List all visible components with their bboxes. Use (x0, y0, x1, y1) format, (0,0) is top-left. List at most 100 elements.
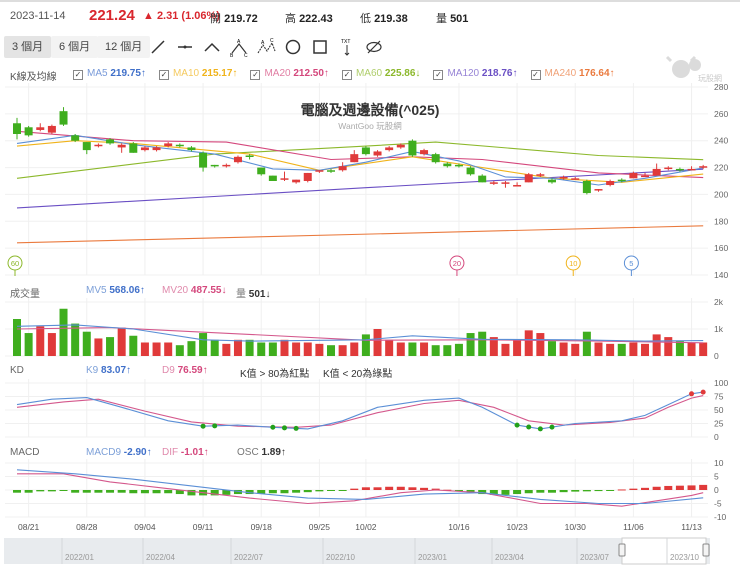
axis-label: 280 (714, 82, 728, 92)
axis-label: 2k (714, 297, 724, 307)
volume-bar (699, 342, 708, 356)
candle-down (187, 147, 196, 151)
axis-label: 220 (714, 163, 728, 173)
osc-bar (117, 490, 126, 493)
candle-up (699, 166, 708, 168)
chart-subtitle: WantGoo 玩股網 (338, 121, 401, 131)
candle-down (582, 181, 591, 194)
osc-bar (338, 490, 347, 491)
kd-green-dot (514, 422, 520, 428)
volume-bar (117, 327, 126, 356)
date-tick: 11/06 (623, 522, 644, 532)
axis-label: 0 (714, 351, 719, 361)
axis-label: 0 (714, 432, 719, 442)
volume-bar (582, 331, 591, 356)
osc-bar (129, 490, 138, 494)
volume-bar (233, 339, 242, 356)
candle-up (594, 189, 603, 191)
ma5-line (16, 134, 704, 186)
navigator-handle[interactable] (618, 543, 626, 557)
axis-label: 5 (714, 472, 719, 482)
candle-down (175, 144, 184, 147)
volume-bar (210, 339, 219, 356)
navigator-label: 2022/01 (65, 553, 94, 562)
volume-bar (396, 342, 405, 356)
kd-green-dot (549, 424, 555, 430)
osc-bar (373, 487, 382, 490)
candle-up (687, 168, 696, 171)
volume-bar (350, 342, 359, 356)
volume-bar (140, 342, 149, 356)
axis-label: 240 (714, 136, 728, 146)
ma-marker-label: 60 (11, 259, 19, 268)
osc-bar (606, 490, 615, 491)
osc-bar (664, 485, 673, 490)
volume-bar (501, 343, 510, 356)
navigator-label: 2023/07 (580, 553, 609, 562)
candle-up (94, 144, 103, 147)
volume-bar (82, 331, 91, 356)
navigator-label: 2023/01 (418, 553, 447, 562)
osc-bar (385, 486, 394, 490)
volume-bar (431, 345, 440, 356)
candle-up (664, 167, 673, 170)
date-tick: 09/11 (193, 522, 214, 532)
volume-bar (315, 343, 324, 356)
volume-bar (547, 341, 556, 356)
axis-label: 0 (714, 485, 719, 495)
candle-up (396, 144, 405, 148)
navigator-label: 2022/07 (234, 553, 263, 562)
candle-down (257, 167, 266, 175)
kd-red-dot (689, 391, 695, 397)
osc-bar (396, 486, 405, 490)
candle-up (222, 164, 231, 167)
candle-up (233, 156, 242, 163)
volume-bar (129, 335, 138, 356)
volume-bar (454, 343, 463, 356)
volume-bar (94, 338, 103, 356)
candle-down (82, 142, 91, 151)
volume-bar (338, 345, 347, 356)
volume-bar (199, 333, 208, 356)
ma-marker-label: 20 (453, 259, 461, 268)
osc-bar (13, 490, 21, 493)
volume-bar (152, 342, 161, 356)
volume-bar (641, 343, 650, 356)
date-tick: 08/28 (76, 522, 98, 532)
candle-down (547, 179, 556, 183)
osc-bar (652, 486, 661, 490)
kd-green-dot (537, 426, 543, 432)
candle-up (641, 175, 650, 178)
candle-down (245, 155, 254, 157)
navigator-label: 2023/04 (495, 553, 524, 562)
volume-bar (245, 339, 254, 356)
candle-up (513, 185, 522, 187)
axis-label: -10 (714, 512, 727, 522)
ma-marker-label: 5 (629, 259, 633, 268)
candle-up (536, 174, 545, 176)
volume-bar (106, 337, 115, 356)
osc-bar (536, 490, 545, 493)
volume-bar (664, 337, 673, 356)
volume-bar (222, 343, 231, 356)
osc-bar (699, 484, 708, 490)
volume-bar (268, 342, 277, 356)
navigator-handle[interactable] (702, 543, 710, 557)
stock-chart[interactable]: 2802602402202001801601402k1k010075502501… (0, 0, 740, 574)
candle-down (675, 168, 684, 171)
candle-down (327, 170, 336, 172)
range-navigator[interactable]: 2022/01 2022/04 2022/07 2022/10 2023/01 2023/… (4, 537, 710, 565)
ma120-line (16, 168, 704, 209)
candle-down (466, 167, 475, 175)
candle-down (199, 152, 208, 168)
candle-up (373, 151, 382, 156)
candle-down (478, 175, 487, 183)
candle-down (24, 127, 33, 136)
volume-bar (478, 331, 487, 356)
candle-up (559, 176, 568, 179)
ma-marker-label: 10 (569, 259, 577, 268)
axis-label: 140 (714, 270, 728, 280)
osc-bar (106, 490, 115, 493)
osc-bar (524, 490, 533, 494)
volume-bar (361, 334, 370, 356)
